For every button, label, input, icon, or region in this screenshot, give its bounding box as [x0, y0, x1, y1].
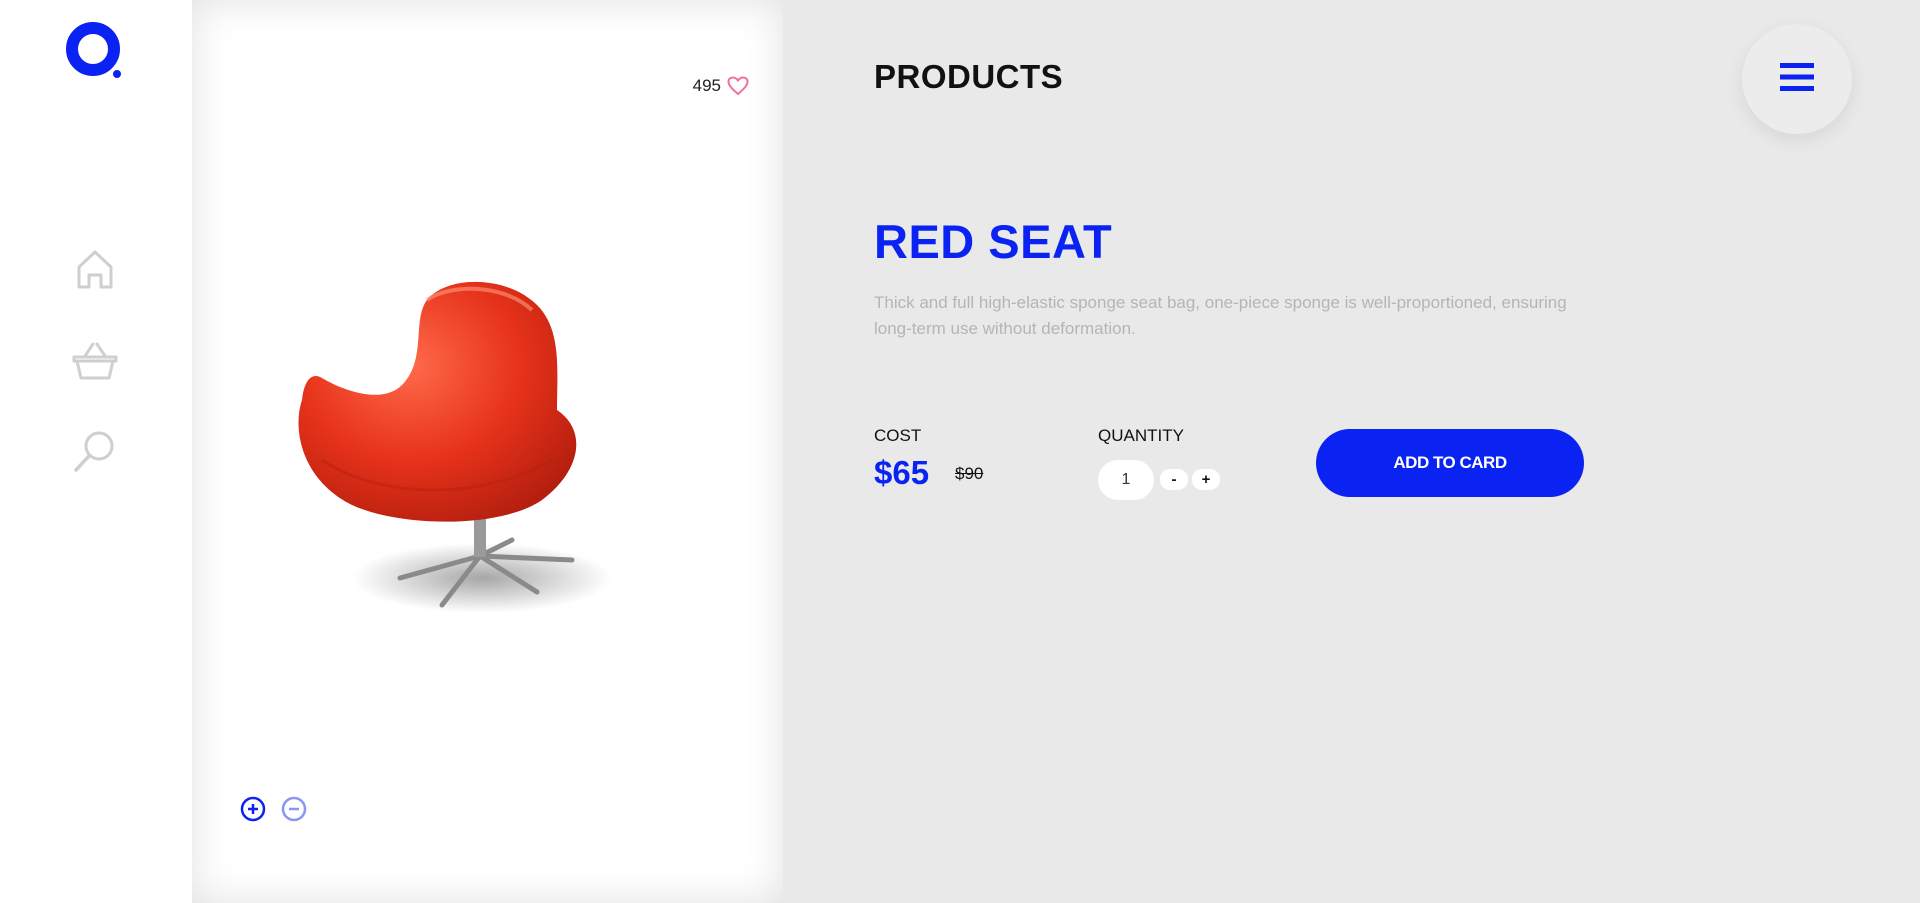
zoom-out-icon[interactable] — [281, 796, 307, 822]
cost-label: COST — [874, 426, 922, 445]
likes-counter: 495 — [693, 76, 749, 96]
main-content: PRODUCTS RED SEAT Thick and full high-el… — [783, 0, 1920, 903]
product-description: Thick and full high-elastic sponge seat … — [874, 293, 1567, 338]
add-to-cart-button[interactable]: ADD TO CARD — [1316, 429, 1584, 497]
product-image-panel: 495 — [192, 0, 783, 903]
hamburger-menu-icon — [1780, 62, 1814, 97]
page-title: PRODUCTS — [874, 58, 1064, 95]
basket-icon — [71, 340, 119, 387]
zoom-in-icon[interactable] — [240, 796, 266, 822]
product-name: RED SEAT — [874, 215, 1113, 268]
zoom-controls — [240, 796, 307, 822]
menu-button[interactable] — [1742, 24, 1852, 134]
quantity-label: QUANTITY — [1098, 426, 1184, 445]
current-price: $65 — [874, 454, 930, 491]
heart-icon[interactable] — [727, 76, 749, 96]
sidebar-item-basket[interactable] — [66, 334, 124, 392]
ring-logo-icon[interactable] — [66, 22, 124, 80]
sidebar-item-search[interactable] — [66, 424, 124, 482]
sidebar-item-home[interactable] — [66, 242, 124, 300]
home-icon — [75, 247, 115, 296]
search-icon — [72, 428, 118, 479]
sidebar — [0, 0, 192, 903]
quantity-increase-button[interactable]: + — [1192, 469, 1220, 490]
old-price: $90 — [955, 464, 984, 483]
likes-count: 495 — [692, 76, 721, 95]
quantity-decrease-button[interactable]: - — [1160, 469, 1188, 490]
product-image — [282, 260, 642, 630]
quantity-input[interactable] — [1098, 460, 1154, 500]
